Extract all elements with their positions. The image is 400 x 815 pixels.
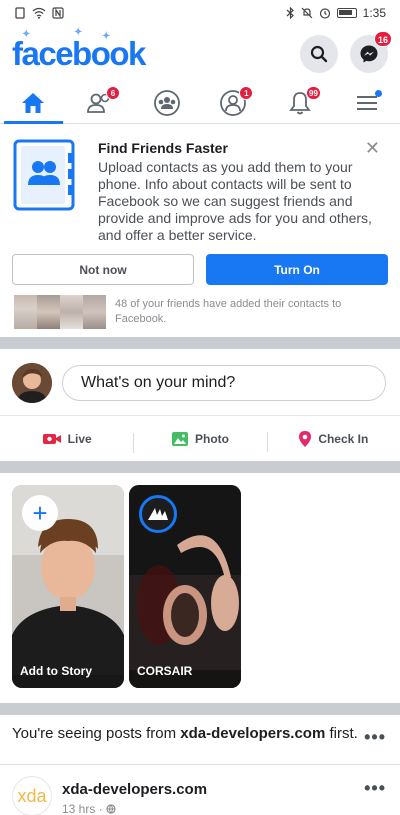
friend-avatars-blurred bbox=[14, 295, 106, 329]
globe-icon bbox=[106, 804, 116, 814]
search-icon bbox=[310, 45, 328, 63]
more-options-icon[interactable]: ••• bbox=[364, 727, 386, 748]
live-video-icon bbox=[42, 433, 61, 444]
tab-friends[interactable]: 6 bbox=[67, 82, 134, 123]
search-button[interactable] bbox=[300, 35, 338, 73]
status-bar: 1:35 bbox=[0, 0, 400, 26]
avatar bbox=[14, 295, 37, 329]
friends-badge: 6 bbox=[106, 86, 120, 100]
post-author[interactable]: xda-developers.com bbox=[62, 781, 207, 798]
groups-icon bbox=[153, 89, 180, 116]
location-pin-icon bbox=[299, 430, 312, 447]
notifications-badge: 99 bbox=[306, 86, 321, 100]
friends-added-contacts-text: 48 of your friends have added their cont… bbox=[115, 298, 342, 325]
bluetooth-icon bbox=[286, 7, 294, 19]
xda-avatar[interactable]: xda bbox=[12, 776, 52, 815]
facebook-logo[interactable]: facebook ✦ ✦ ✦ bbox=[12, 27, 146, 73]
tab-bar: 6 1 99 bbox=[0, 82, 400, 124]
photo-button[interactable]: Photo bbox=[133, 431, 266, 453]
home-icon bbox=[22, 92, 45, 113]
app-header: facebook ✦ ✦ ✦ 16 bbox=[0, 26, 400, 82]
tab-profile[interactable]: 1 bbox=[200, 82, 267, 123]
post-more-options-icon[interactable]: ••• bbox=[364, 778, 386, 799]
not-now-button[interactable]: Not now bbox=[12, 254, 194, 285]
post-composer: What's on your mind? bbox=[0, 349, 400, 415]
corsair-story-label: CORSAIR bbox=[137, 664, 193, 678]
contacts-book-icon bbox=[13, 139, 75, 211]
add-to-story-card[interactable]: + Add to Story bbox=[12, 485, 124, 688]
see-first-text: You're seeing posts from xda-developers.… bbox=[12, 725, 358, 742]
sparkle-icon: ✦ bbox=[74, 27, 82, 38]
composer-actions: Live Photo Check In bbox=[0, 415, 400, 461]
status-right-icons: 1:35 bbox=[286, 6, 386, 20]
header-actions: 16 bbox=[300, 31, 392, 73]
section-divider bbox=[0, 461, 400, 473]
wifi-icon bbox=[32, 7, 46, 19]
stories-tray: + Add to Story CORSAIR bbox=[0, 473, 400, 703]
tab-notifications[interactable]: 99 bbox=[267, 82, 334, 123]
story-card-corsair[interactable]: CORSAIR bbox=[129, 485, 241, 688]
avatar[interactable] bbox=[12, 363, 52, 403]
tab-groups[interactable] bbox=[133, 82, 200, 123]
menu-indicator-dot bbox=[374, 90, 382, 97]
post-header: xda xda-developers.com 13 hrs · ••• bbox=[0, 766, 400, 815]
see-first-notice: You're seeing posts from xda-developers.… bbox=[0, 715, 400, 765]
status-left-icons bbox=[14, 7, 64, 19]
messenger-icon bbox=[360, 45, 378, 63]
sparkle-icon: ✦ bbox=[22, 29, 30, 40]
section-divider bbox=[0, 337, 400, 349]
avatar bbox=[60, 295, 83, 329]
see-first-source[interactable]: xda-developers.com bbox=[180, 725, 325, 742]
tab-menu[interactable] bbox=[333, 82, 400, 123]
whats-on-your-mind-input[interactable]: What's on your mind? bbox=[62, 365, 386, 401]
check-in-button[interactable]: Check In bbox=[266, 430, 400, 452]
sim-icon bbox=[15, 7, 25, 19]
check-in-label: Check In bbox=[318, 431, 369, 446]
battery-icon bbox=[336, 8, 357, 18]
turn-on-button[interactable]: Turn On bbox=[206, 254, 388, 285]
sparkle-icon: ✦ bbox=[102, 31, 110, 42]
avatar bbox=[83, 295, 106, 329]
section-divider bbox=[0, 703, 400, 715]
alarm-icon bbox=[319, 8, 330, 19]
photo-label: Photo bbox=[194, 431, 229, 446]
mute-icon bbox=[301, 7, 313, 19]
close-icon[interactable]: ✕ bbox=[365, 138, 380, 159]
tab-home[interactable] bbox=[0, 82, 67, 124]
post-timestamp: 13 hrs · bbox=[62, 802, 116, 815]
profile-badge: 1 bbox=[239, 86, 254, 100]
live-button[interactable]: Live bbox=[0, 432, 133, 446]
nfc-icon bbox=[52, 7, 64, 19]
photo-icon bbox=[171, 431, 188, 446]
avatar bbox=[37, 295, 60, 329]
status-time: 1:35 bbox=[362, 6, 386, 20]
corsair-logo-icon bbox=[139, 495, 177, 533]
profile-photo bbox=[12, 363, 52, 403]
live-label: Live bbox=[67, 431, 92, 446]
find-friends-card: Find Friends Faster Upload contacts as y… bbox=[0, 125, 400, 337]
add-to-story-label: Add to Story bbox=[20, 664, 92, 678]
messenger-badge: 16 bbox=[373, 31, 392, 47]
find-friends-title: Find Friends Faster bbox=[98, 140, 228, 156]
messenger-button[interactable]: 16 bbox=[350, 31, 392, 73]
find-friends-body: Upload contacts as you add them to your … bbox=[98, 159, 372, 243]
logo-text: facebook bbox=[12, 35, 146, 72]
add-story-plus-icon[interactable]: + bbox=[22, 495, 58, 531]
